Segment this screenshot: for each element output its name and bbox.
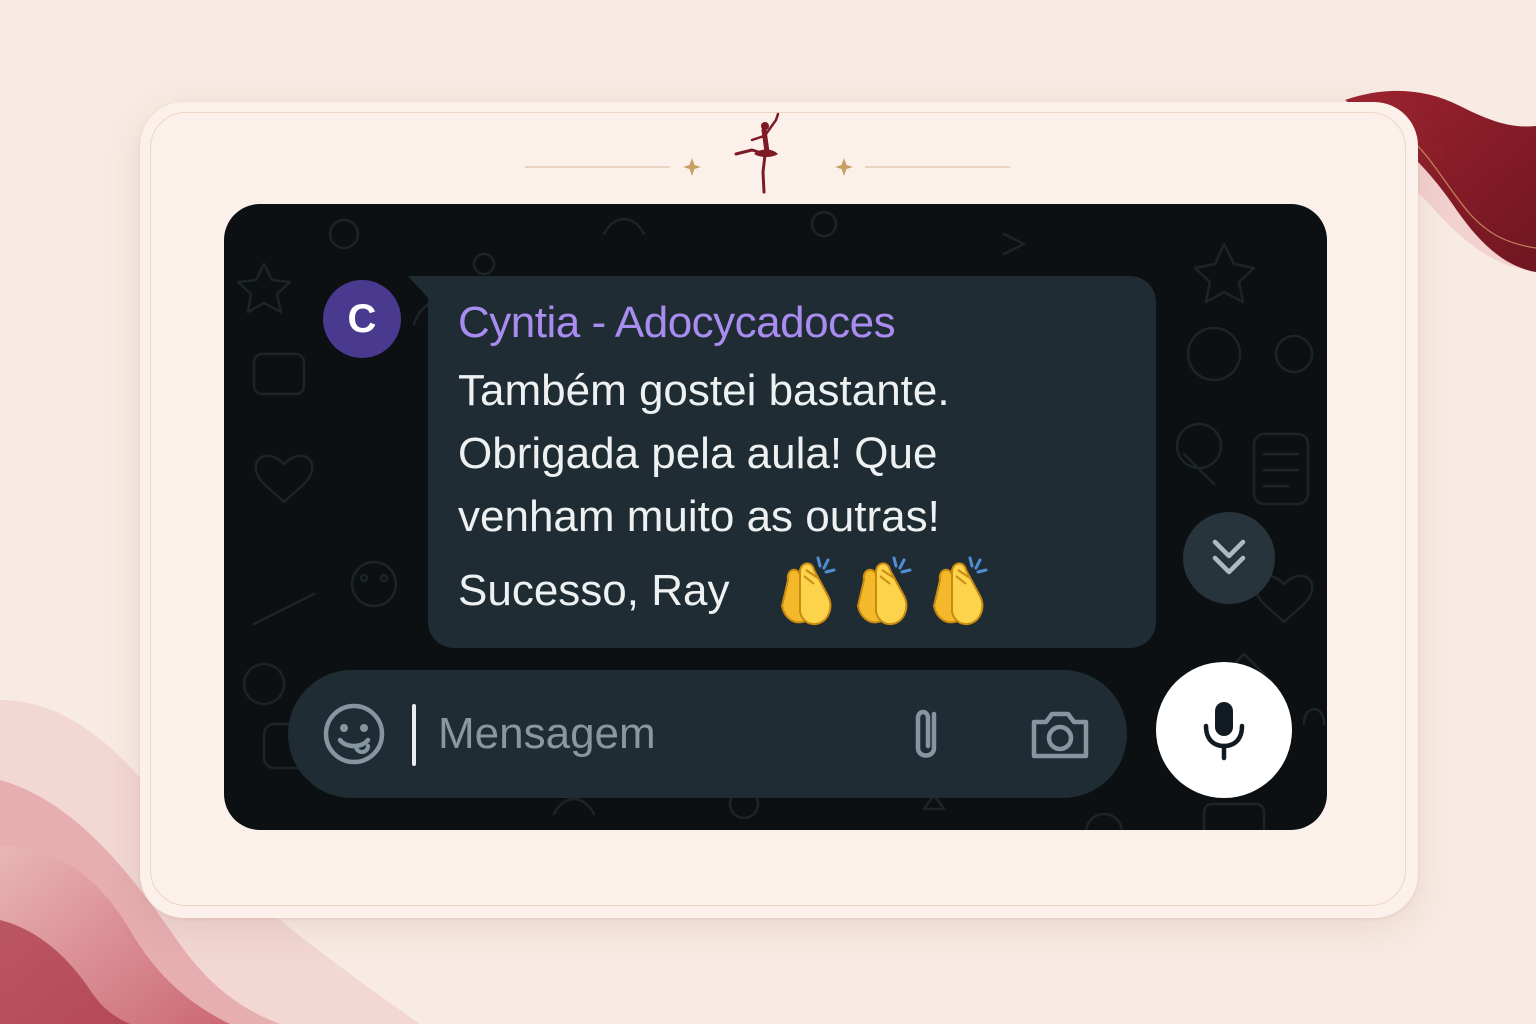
paperclip-icon[interactable]: [894, 700, 958, 768]
chat-panel: C Cyntia - Adocycadoces Também gostei ba…: [224, 204, 1327, 830]
double-chevron-down-icon: [1212, 539, 1246, 575]
clapping-hands-icon: [781, 556, 836, 626]
bubble-tail: [408, 276, 430, 300]
clapping-hands-icon: [933, 556, 988, 626]
avatar[interactable]: C: [323, 280, 401, 358]
camera-icon[interactable]: [1026, 702, 1094, 766]
sender-name[interactable]: Cyntia - Adocycadoces: [458, 298, 896, 348]
message-bubble[interactable]: Cyntia - Adocycadoces Também gostei bast…: [428, 276, 1156, 648]
voice-record-button[interactable]: [1156, 662, 1292, 798]
message-text-line: Obrigada pela aula! Que: [458, 429, 938, 478]
message-text-line: Também gostei bastante.: [458, 366, 950, 415]
scroll-to-bottom-button[interactable]: [1183, 512, 1275, 604]
message-composer[interactable]: [288, 670, 1127, 798]
clapping-hands-icon: [857, 556, 912, 626]
message-text-line: Sucesso, Ray: [458, 566, 730, 615]
text-caret: [412, 704, 416, 766]
message-input[interactable]: [438, 700, 878, 768]
message-text-line: venham muito as outras!: [458, 492, 940, 541]
ballerina-icon: [525, 112, 1010, 194]
emoji-icon[interactable]: [322, 702, 386, 766]
microphone-icon: [1203, 702, 1245, 761]
clap-emoji-row: [774, 550, 1004, 630]
